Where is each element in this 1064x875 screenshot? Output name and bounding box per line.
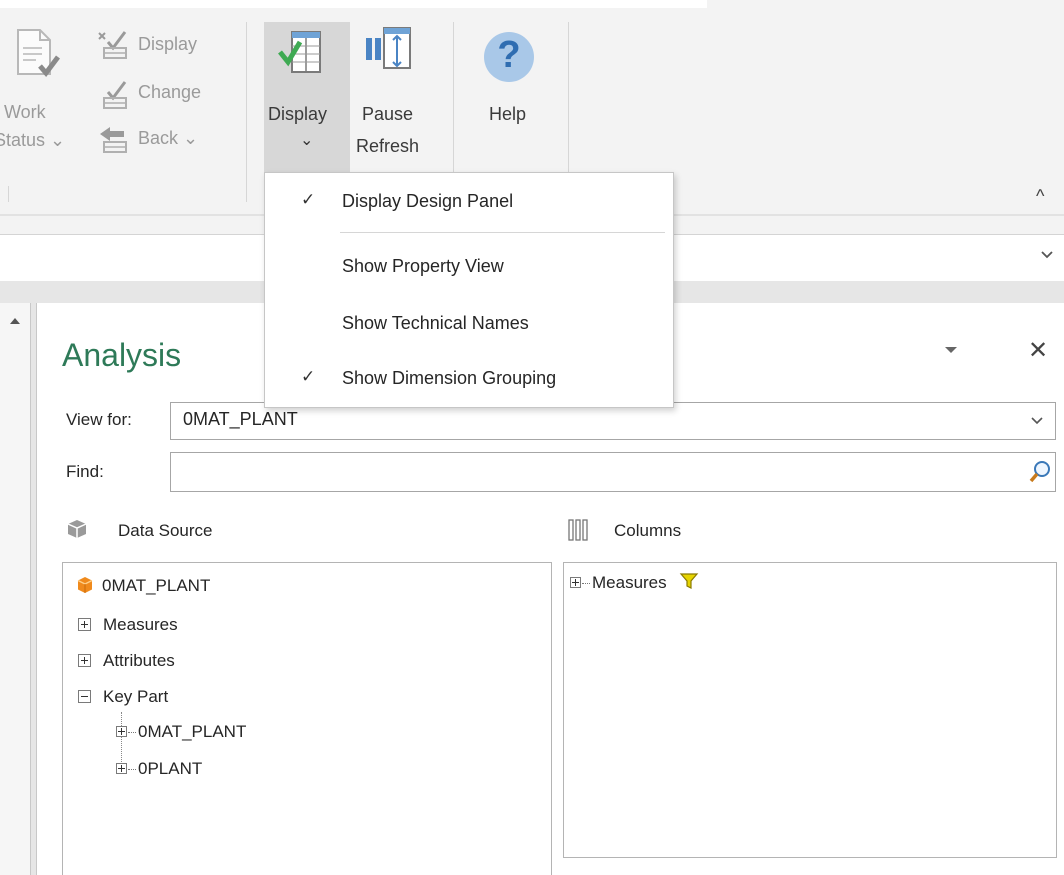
menu-item-label: Show Technical Names xyxy=(342,313,529,333)
data-source-label: Data Source xyxy=(118,521,213,540)
pause-label: Pause xyxy=(362,104,414,124)
menu-item-label: Show Dimension Grouping xyxy=(342,368,557,388)
display-small-label: Display xyxy=(138,34,198,54)
tree-item-measures[interactable]: Measures xyxy=(78,615,178,635)
expand-icon[interactable] xyxy=(116,726,127,737)
help-label: Help xyxy=(489,104,527,124)
view-for-value: 0MAT_PLANT xyxy=(183,409,298,429)
cube-icon xyxy=(77,577,93,593)
ribbon-group-separator-3 xyxy=(568,22,569,172)
menu-item-show-property-view[interactable]: Show Property View xyxy=(265,243,673,289)
tree-item-attributes-label: Attributes xyxy=(103,651,175,670)
change-button[interactable]: Change xyxy=(96,80,236,112)
work-status-button[interactable]: Work Status ⌄ xyxy=(0,22,90,162)
ribbon-group-separator-2 xyxy=(453,22,454,172)
panel-title: Analysis xyxy=(62,337,182,373)
data-source-cube-icon xyxy=(67,520,87,538)
tree-item-measures-label: Measures xyxy=(103,615,178,634)
tree-item-key-part-label: Key Part xyxy=(103,687,169,706)
title-strip-right xyxy=(707,0,1064,8)
collapse-ribbon-icon[interactable]: ^ xyxy=(1036,186,1044,207)
display-data-icon xyxy=(98,31,127,59)
chevron-down-icon[interactable] xyxy=(1030,416,1044,426)
menu-item-show-dimension-grouping[interactable]: ✓ Show Dimension Grouping xyxy=(265,355,673,401)
expand-icon[interactable] xyxy=(570,577,581,588)
tree-item-key-0mat-plant-label: 0MAT_PLANT xyxy=(138,722,247,741)
back-button[interactable]: Back ⌄ xyxy=(96,124,236,156)
tree-item-key-part[interactable]: Key Part xyxy=(78,687,168,707)
tree-item-key-0plant-label: 0PLANT xyxy=(138,759,203,778)
tree-item-key-0mat-plant[interactable]: 0MAT_PLANT xyxy=(116,722,246,742)
expand-icon[interactable] xyxy=(78,654,91,667)
menu-item-label: Show Property View xyxy=(342,256,504,276)
columns-icon xyxy=(568,519,588,541)
ribbon-group-separator-left xyxy=(8,186,9,202)
menu-item-label: Display Design Panel xyxy=(342,191,514,211)
work-status-icon xyxy=(17,29,60,77)
columns-item-measures-label: Measures xyxy=(592,573,667,592)
close-panel-icon[interactable]: ✕ xyxy=(1028,336,1048,365)
vertical-scrollbar[interactable] xyxy=(0,303,31,875)
display-small-button[interactable]: Display xyxy=(96,30,236,62)
display-button-label: Display xyxy=(268,104,328,124)
work-status-label-2: Status ⌄ xyxy=(0,130,66,150)
view-for-label: View for: xyxy=(66,410,132,429)
expand-icon[interactable] xyxy=(116,763,127,774)
find-label: Find: xyxy=(66,462,104,481)
menu-item-show-technical-names[interactable]: Show Technical Names xyxy=(265,300,673,346)
filter-icon[interactable] xyxy=(679,572,699,590)
help-glyph: ? xyxy=(497,34,521,76)
pause-refresh-icon xyxy=(366,27,411,69)
back-icon xyxy=(100,127,127,153)
menu-item-display-design-panel[interactable]: ✓ Display Design Panel xyxy=(265,178,673,224)
display-chevron-icon: ⌄ xyxy=(300,132,314,149)
menu-separator xyxy=(340,232,665,233)
search-icon[interactable] xyxy=(1028,460,1052,484)
scroll-up-icon[interactable] xyxy=(9,316,21,326)
change-data-icon xyxy=(103,81,127,109)
columns-box[interactable] xyxy=(563,562,1057,858)
data-source-tree[interactable] xyxy=(62,562,552,875)
back-label: Back ⌄ xyxy=(138,128,199,148)
columns-label: Columns xyxy=(614,521,682,540)
tree-item-attributes[interactable]: Attributes xyxy=(78,651,175,671)
check-icon: ✓ xyxy=(301,367,316,386)
find-input[interactable] xyxy=(170,452,1056,492)
change-label: Change xyxy=(138,82,202,102)
tree-root-label: 0MAT_PLANT xyxy=(102,576,211,595)
panel-options-icon[interactable] xyxy=(944,346,958,354)
expand-formula-bar-icon[interactable] xyxy=(1040,250,1054,260)
collapse-icon[interactable] xyxy=(78,690,91,703)
tree-root[interactable]: 0MAT_PLANT xyxy=(76,576,210,596)
ribbon-group-separator xyxy=(246,22,247,202)
work-status-label-1: Work xyxy=(4,102,46,122)
expand-icon[interactable] xyxy=(78,618,91,631)
refresh-label: Refresh xyxy=(356,136,420,156)
check-icon: ✓ xyxy=(301,190,316,209)
columns-item-measures[interactable]: Measures xyxy=(570,572,699,593)
tree-item-key-0plant[interactable]: 0PLANT xyxy=(116,759,202,779)
display-panel-icon xyxy=(278,31,321,73)
display-dropdown-menu: ✓ Display Design Panel Show Property Vie… xyxy=(264,172,674,408)
